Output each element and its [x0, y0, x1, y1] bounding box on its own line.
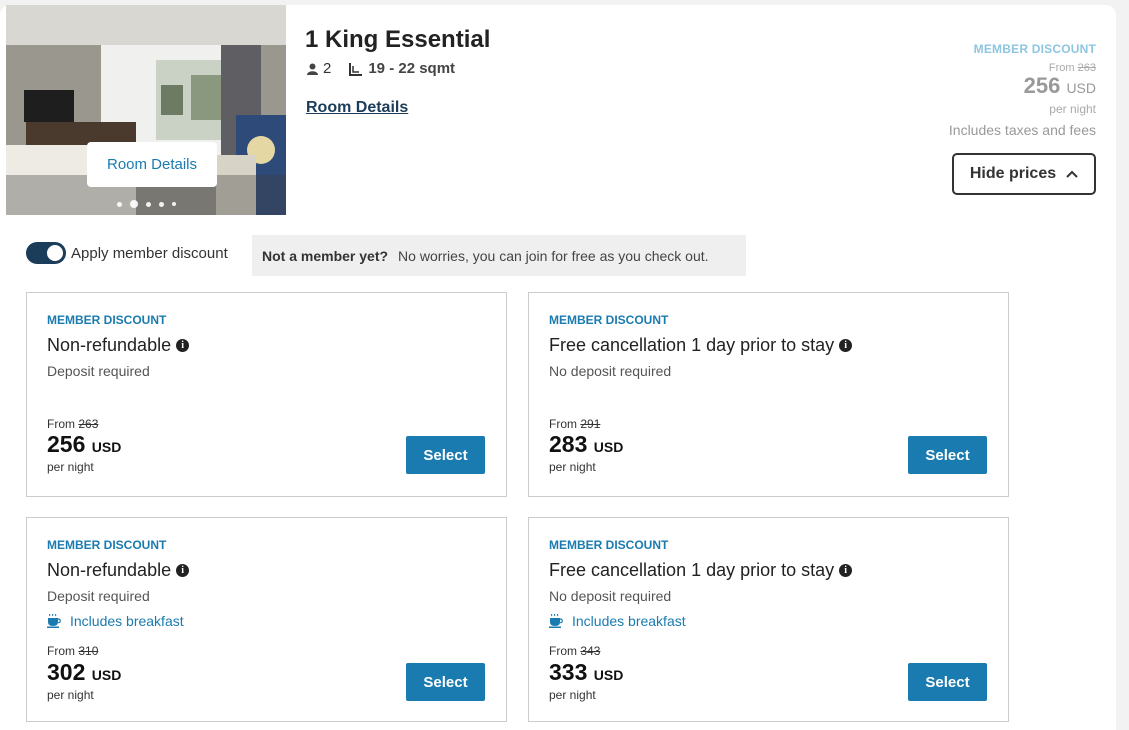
rate-per-night: per night: [47, 688, 94, 702]
rate-card: MEMBER DISCOUNT Non-refundable i Deposit …: [26, 292, 507, 497]
hide-prices-button[interactable]: Hide prices: [952, 153, 1096, 195]
rate-old-price: 291: [580, 417, 601, 431]
rate-currency: USD: [593, 667, 624, 683]
rate-breakfast: Includes breakfast: [47, 613, 184, 629]
rate-from: From 263: [47, 417, 98, 431]
from-label: From: [549, 644, 577, 658]
rate-price-value: 283: [549, 431, 588, 457]
rate-price: 302 USD: [47, 661, 121, 684]
coffee-cup-icon: [47, 614, 61, 628]
rate-name-text: Non-refundable: [47, 335, 172, 355]
rate-per-night: per night: [549, 688, 596, 702]
carousel-dot[interactable]: [145, 201, 151, 207]
rate-price: 283 USD: [549, 433, 623, 456]
coffee-cup-icon: [549, 614, 563, 628]
summary-per-night: per night: [1049, 102, 1096, 116]
rate-breakfast: Includes breakfast: [549, 613, 686, 629]
from-label: From: [47, 417, 75, 431]
room-size-icon: [349, 62, 363, 76]
rate-member-badge: MEMBER DISCOUNT: [47, 538, 167, 552]
summary-old-price: 263: [1077, 62, 1096, 74]
rate-price-value: 333: [549, 659, 588, 685]
summary-taxes-note: Includes taxes and fees: [948, 122, 1096, 138]
promo-text: No worries, you can join for free as you…: [398, 247, 709, 264]
rate-old-price: 343: [580, 644, 601, 658]
rate-currency: USD: [593, 439, 624, 455]
from-label: From: [549, 417, 577, 431]
rate-per-night: per night: [549, 460, 596, 474]
select-rate-button[interactable]: Select: [406, 663, 485, 701]
rate-name-text: Free cancellation 1 day prior to stay: [549, 560, 835, 580]
summary-currency: USD: [1066, 80, 1096, 96]
rate-name-text: Non-refundable: [47, 560, 172, 580]
rate-card: MEMBER DISCOUNT Free cancellation 1 day …: [528, 292, 1009, 497]
hide-prices-label: Hide prices: [969, 165, 1057, 182]
guest-count: 2: [323, 60, 332, 77]
info-icon[interactable]: i: [839, 339, 853, 352]
room-photo-carousel[interactable]: Room Details: [6, 5, 286, 215]
promo-heading: Not a member yet?: [262, 247, 389, 264]
chevron-up-icon: [1066, 165, 1078, 183]
rate-name: Free cancellation 1 day prior to stay i: [549, 560, 853, 581]
price-summary: MEMBER DISCOUNT From 263 256 USD per nig…: [949, 42, 1096, 138]
rate-from: From 310: [47, 644, 98, 658]
rate-deposit: No deposit required: [549, 588, 672, 604]
carousel-dots: [6, 200, 286, 208]
toggle-knob: [47, 245, 63, 261]
info-icon[interactable]: i: [839, 564, 853, 577]
rate-price-value: 256: [47, 431, 86, 457]
rate-currency: USD: [91, 667, 122, 683]
rate-member-badge: MEMBER DISCOUNT: [549, 538, 669, 552]
select-rate-button[interactable]: Select: [908, 663, 987, 701]
room-size: 19 - 22 sqmt: [368, 60, 456, 77]
summary-from: From 263: [949, 62, 1096, 74]
room-meta: 2 19 - 22 sqmt: [307, 60, 455, 77]
rate-name: Non-refundable i: [47, 335, 190, 356]
room-title: 1 King Essential: [305, 26, 491, 53]
carousel-dot[interactable]: [116, 201, 122, 207]
info-icon[interactable]: i: [176, 564, 190, 577]
rate-deposit: Deposit required: [47, 588, 150, 604]
carousel-dot[interactable]: [158, 201, 164, 207]
rate-price-value: 302: [47, 659, 86, 685]
rate-deposit: No deposit required: [549, 363, 672, 379]
carousel-dot[interactable]: [171, 202, 176, 206]
rate-from: From 343: [549, 644, 600, 658]
rate-name: Non-refundable i: [47, 560, 190, 581]
rate-card: MEMBER DISCOUNT Non-refundable i Deposit …: [26, 517, 507, 722]
rate-price: 333 USD: [549, 661, 623, 684]
rate-old-price: 263: [78, 417, 99, 431]
rate-name-text: Free cancellation 1 day prior to stay: [549, 335, 835, 355]
info-icon[interactable]: i: [176, 339, 190, 352]
rate-deposit: Deposit required: [47, 363, 150, 379]
summary-member-badge: MEMBER DISCOUNT: [973, 42, 1096, 56]
rate-member-badge: MEMBER DISCOUNT: [549, 313, 669, 327]
summary-price-value: 256: [1023, 73, 1061, 98]
member-discount-label: Apply member discount: [71, 245, 228, 262]
select-rate-button[interactable]: Select: [908, 436, 987, 474]
rate-old-price: 310: [78, 644, 99, 658]
member-discount-toggle[interactable]: [26, 242, 66, 264]
rate-card: MEMBER DISCOUNT Free cancellation 1 day …: [528, 517, 1009, 722]
rate-member-badge: MEMBER DISCOUNT: [47, 313, 167, 327]
rate-name: Free cancellation 1 day prior to stay i: [549, 335, 853, 356]
breakfast-text: Includes breakfast: [572, 613, 686, 629]
room-details-link[interactable]: Room Details: [306, 99, 408, 117]
summary-price: 256 USD: [949, 75, 1096, 97]
photo-room-details-button[interactable]: Room Details: [87, 142, 217, 187]
rate-per-night: per night: [47, 460, 94, 474]
from-label: From: [47, 644, 75, 658]
rate-price: 256 USD: [47, 433, 121, 456]
member-promo-banner: Not a member yet? No worries, you can jo…: [252, 235, 746, 276]
select-rate-button[interactable]: Select: [406, 436, 485, 474]
person-icon: [307, 63, 318, 75]
breakfast-text: Includes breakfast: [70, 613, 184, 629]
carousel-dot-active[interactable]: [129, 200, 138, 208]
rate-currency: USD: [91, 439, 122, 455]
rate-from: From 291: [549, 417, 600, 431]
